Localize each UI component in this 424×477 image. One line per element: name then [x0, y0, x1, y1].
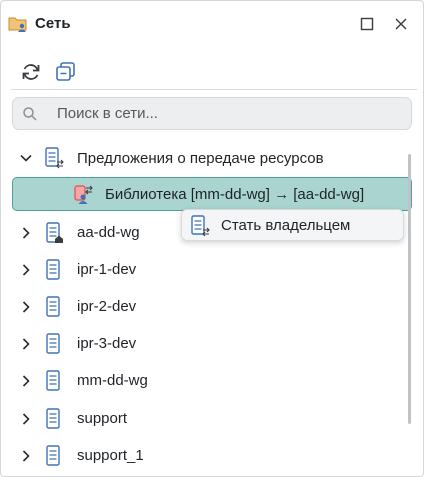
server-icon	[46, 333, 60, 354]
close-button[interactable]	[390, 13, 412, 35]
server-icon	[46, 296, 60, 317]
collapse-all-button[interactable]	[53, 59, 79, 85]
server-home-icon	[46, 222, 63, 243]
server-icon	[46, 408, 60, 429]
refresh-button[interactable]	[18, 59, 44, 85]
server-transfer-icon	[191, 215, 210, 237]
panel-titlebar: Сеть	[1, 1, 423, 47]
context-menu: Стать владельцем	[181, 209, 404, 241]
scrollbar-thumb[interactable]	[408, 154, 411, 424]
panel-toolbar	[1, 53, 423, 89]
server-label[interactable]: ipr-3-dev	[77, 335, 136, 352]
maximize-button[interactable]	[356, 13, 378, 35]
chevron-right-icon[interactable]	[19, 374, 33, 388]
close-icon	[395, 18, 407, 30]
menu-item-label: Стать владельцем	[221, 217, 351, 234]
server-icon	[46, 445, 60, 466]
server-label[interactable]: aa-dd-wg	[77, 224, 140, 241]
server-label[interactable]: ipr-2-dev	[77, 298, 136, 315]
folder-network-icon	[8, 17, 27, 32]
server-label[interactable]: support_1	[77, 447, 144, 464]
chevron-down-icon[interactable]	[19, 151, 33, 165]
server-label[interactable]: ipr-1-dev	[77, 261, 136, 278]
server-icon	[46, 370, 60, 391]
server-label[interactable]: support	[77, 410, 127, 427]
chevron-right-icon[interactable]	[19, 263, 33, 277]
chevron-right-icon[interactable]	[19, 449, 33, 463]
refresh-icon	[22, 64, 40, 80]
search-input[interactable]	[57, 98, 397, 129]
network-panel: Сеть Поиск в сети... Предложения о перед…	[0, 0, 424, 477]
group-offers-label[interactable]: Предложения о передаче ресурсов	[77, 150, 324, 167]
search-icon	[23, 107, 37, 121]
chevron-right-icon[interactable]	[19, 412, 33, 426]
maximize-icon	[360, 17, 374, 31]
menu-item-take-ownership[interactable]: Стать владельцем	[182, 210, 403, 240]
server-transfer-icon	[45, 147, 64, 169]
offer-item-label[interactable]: Библиотека [mm-dd-wg] → [aa-dd-wg]	[105, 186, 364, 203]
chevron-right-icon[interactable]	[19, 300, 33, 314]
panel-title: Сеть	[35, 15, 71, 32]
library-transfer-icon	[74, 185, 93, 204]
collapse-all-icon	[56, 62, 75, 81]
server-label[interactable]: mm-dd-wg	[77, 372, 148, 389]
server-icon	[46, 259, 60, 280]
search-box[interactable]	[12, 97, 412, 130]
toolbar-divider	[11, 89, 417, 90]
chevron-right-icon[interactable]	[19, 226, 33, 240]
chevron-right-icon[interactable]	[19, 337, 33, 351]
